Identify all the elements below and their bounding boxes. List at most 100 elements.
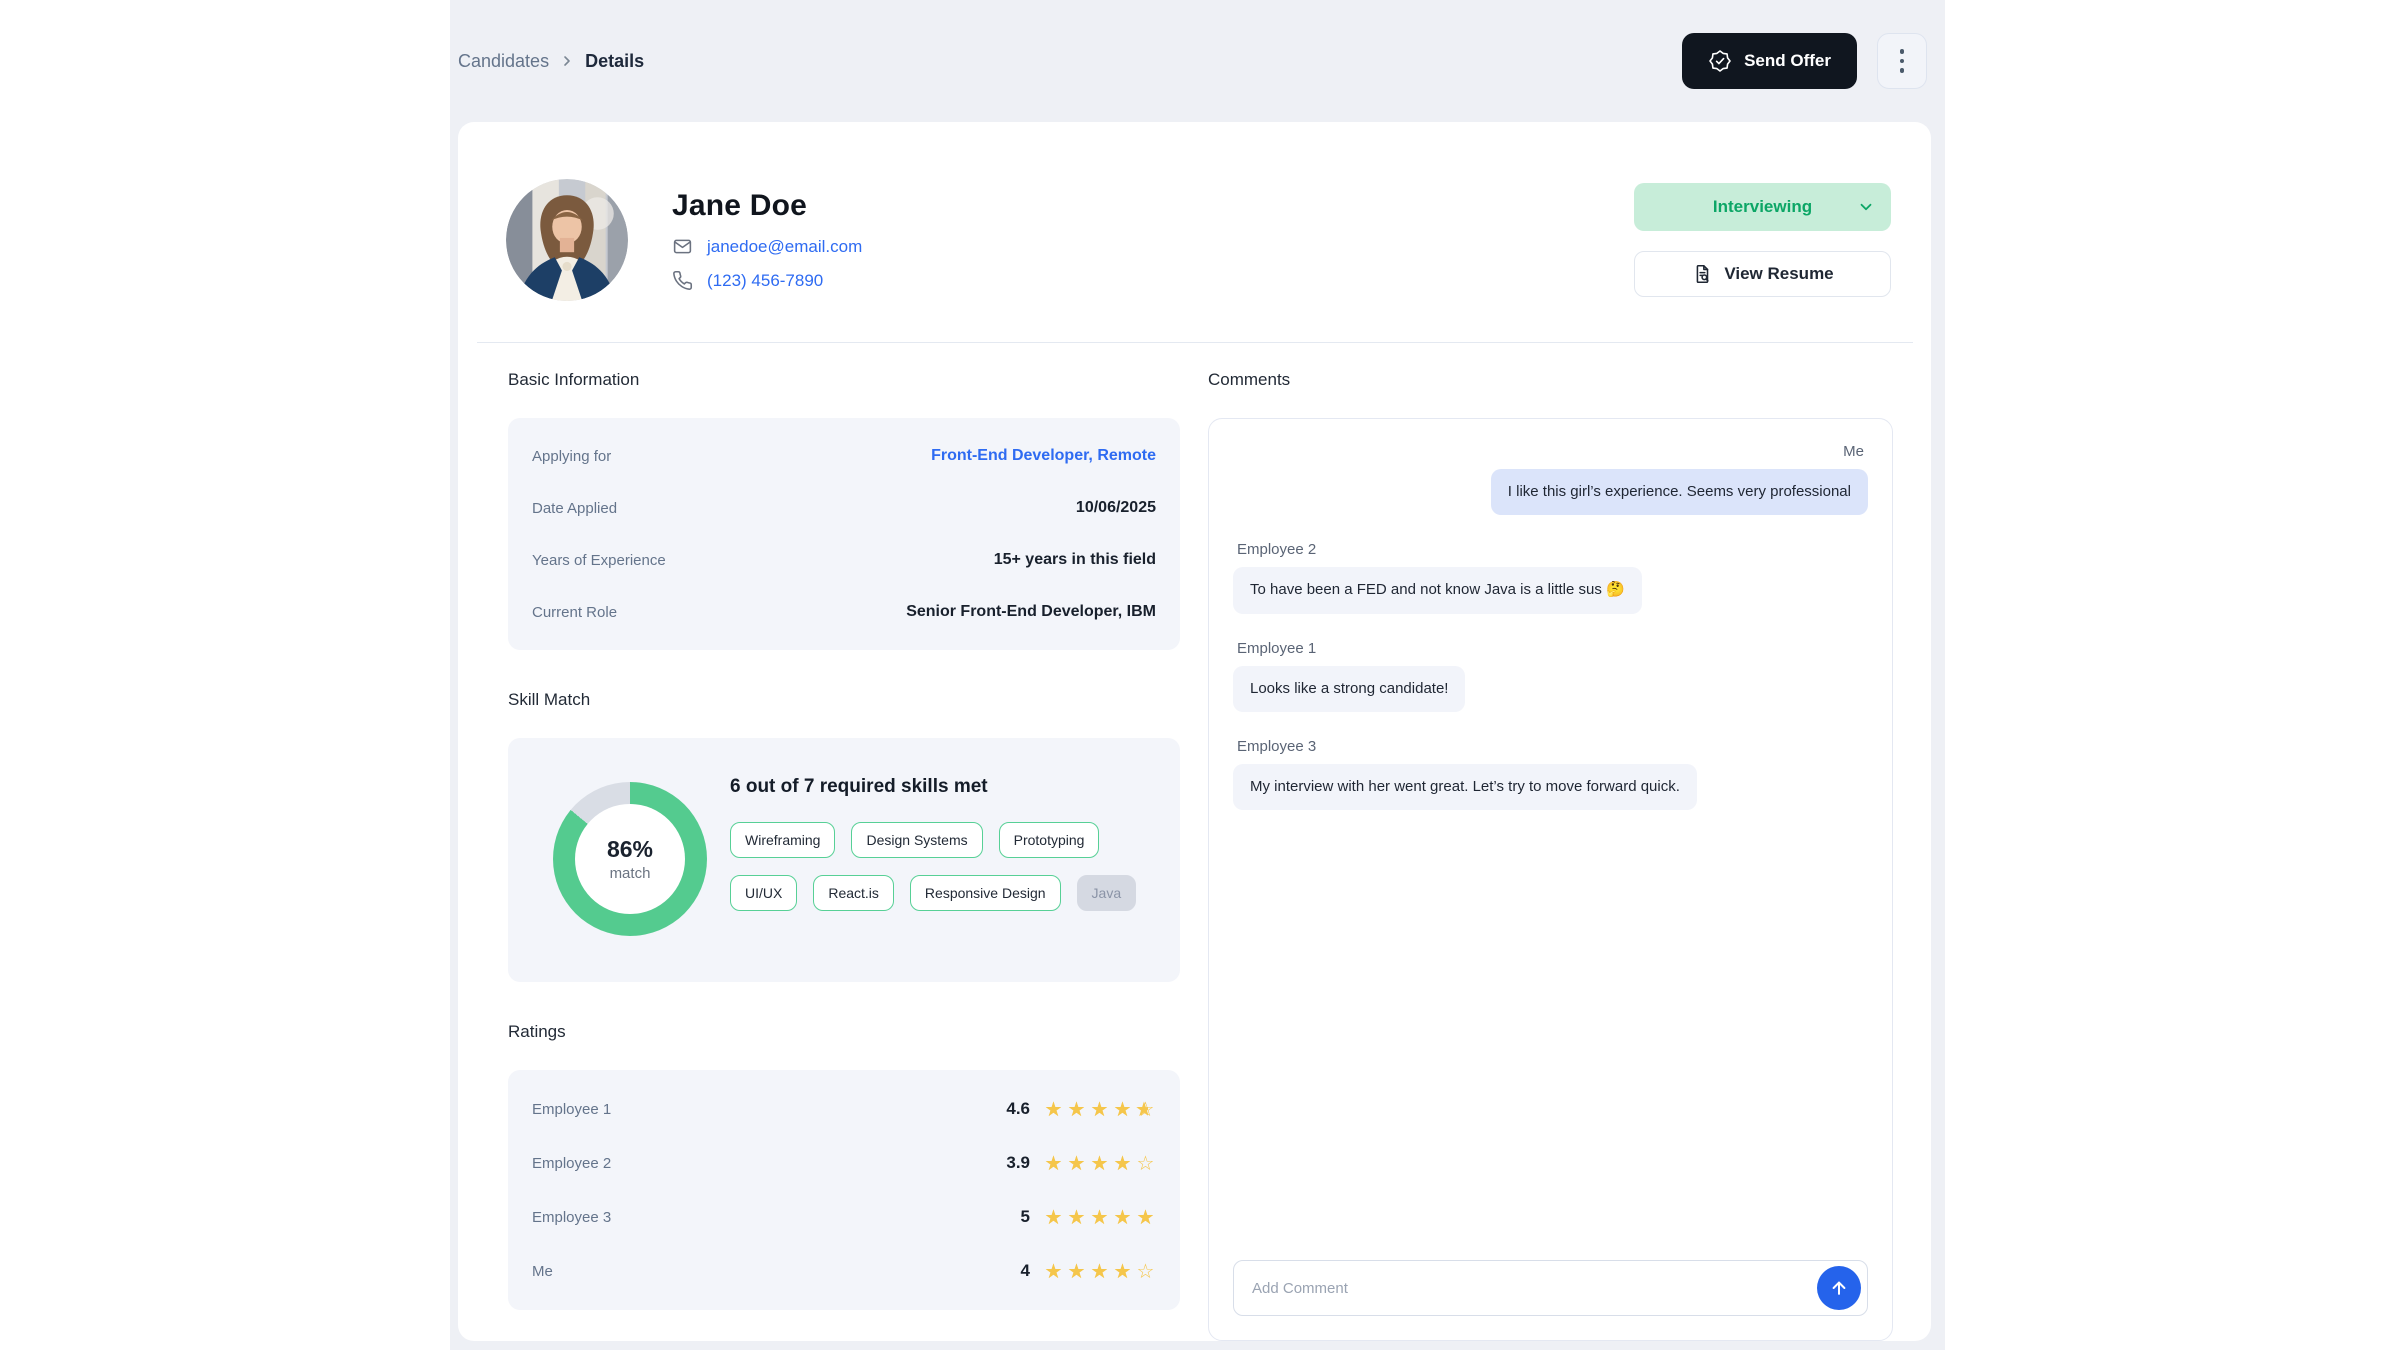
chevron-right-icon	[559, 53, 575, 69]
email-row: janedoe@email.com	[672, 236, 862, 257]
skill-chip-prototyping: Prototyping	[999, 822, 1100, 858]
star-icon: ☆★	[1043, 1259, 1064, 1283]
star-icon: ☆★	[1135, 1097, 1156, 1121]
topbar-actions: Send Offer	[1682, 33, 1927, 89]
candidate-card: Jane Doe janedoe@email.com (123) 456-789…	[458, 122, 1931, 1341]
skill-chip-responsive-design: Responsive Design	[910, 875, 1061, 911]
rating-value: 4.6 ☆★☆★☆★☆★☆★	[1006, 1097, 1156, 1121]
rating-stars: ☆★☆★☆★☆★☆★	[1043, 1205, 1156, 1229]
kebab-dot	[1900, 59, 1905, 64]
skills-met-headline: 6 out of 7 required skills met	[730, 776, 1154, 798]
star-icon: ☆★	[1135, 1151, 1156, 1175]
star-icon: ☆★	[1089, 1259, 1110, 1283]
comment-message: Employee 2 To have been a FED and not kno…	[1233, 541, 1868, 613]
right-column: Comments MeI like this girl’s experience…	[1208, 370, 1893, 1341]
comment-bubble: To have been a FED and not know Java is …	[1233, 567, 1642, 613]
star-icon: ☆★	[1089, 1097, 1110, 1121]
star-fill: ★	[1112, 1205, 1133, 1229]
view-resume-button[interactable]: View Resume	[1634, 251, 1891, 297]
comment-author: Employee 2	[1233, 541, 1320, 558]
rating-rater-name: Employee 1	[532, 1101, 611, 1118]
badge-check-icon	[1708, 49, 1732, 73]
candidate-avatar	[506, 179, 628, 301]
star-fill: ★	[1089, 1151, 1110, 1175]
info-row-label: Date Applied	[532, 500, 617, 517]
phone-row: (123) 456-7890	[672, 270, 862, 291]
candidate-email-link[interactable]: janedoe@email.com	[707, 237, 862, 257]
star-icon: ☆★	[1066, 1259, 1087, 1283]
rating-rater-name: Employee 3	[532, 1209, 611, 1226]
star-fill: ★	[1112, 1151, 1133, 1175]
skill-chip-react-is: React.is	[813, 875, 894, 911]
info-row-value: 15+ years in this field	[994, 551, 1156, 569]
status-dropdown[interactable]: Interviewing	[1634, 183, 1891, 231]
info-row: Years of Experience 15+ years in this fie…	[532, 551, 1156, 569]
star-fill: ★	[1066, 1097, 1087, 1121]
info-row-label: Years of Experience	[532, 552, 666, 569]
basic-info-panel: Applying for Front-End Developer, Remote D…	[508, 418, 1180, 650]
candidate-phone-link[interactable]: (123) 456-7890	[707, 271, 823, 291]
star-fill: ★	[1089, 1259, 1110, 1283]
star-fill: ★	[1066, 1151, 1087, 1175]
skill-chips: WireframingDesign SystemsPrototypingUI/U…	[730, 822, 1154, 911]
skill-match-title: Skill Match	[508, 690, 1180, 710]
rating-row: Employee 2 3.9 ☆★☆★☆★☆★☆★	[532, 1151, 1156, 1175]
rating-score: 3.9	[1006, 1153, 1030, 1173]
star-outline: ☆	[1137, 1259, 1155, 1283]
breadcrumb-candidates[interactable]: Candidates	[458, 51, 549, 72]
status-label: Interviewing	[1713, 197, 1812, 217]
comment-message: Employee 3My interview with her went gre…	[1233, 738, 1868, 810]
star-icon: ☆★	[1043, 1205, 1064, 1229]
breadcrumb-details: Details	[585, 51, 644, 72]
profile-header: Jane Doe janedoe@email.com (123) 456-789…	[506, 178, 1891, 302]
kebab-dot	[1900, 68, 1905, 73]
star-fill: ★	[1089, 1097, 1110, 1121]
star-fill: ★	[1135, 1205, 1156, 1229]
rating-score: 4	[1021, 1261, 1030, 1281]
ratings-title: Ratings	[508, 1022, 1180, 1042]
star-fill: ★	[1043, 1205, 1064, 1229]
comment-bubble: My interview with her went great. Let’s …	[1233, 764, 1697, 810]
star-icon: ☆★	[1066, 1097, 1087, 1121]
arrow-up-icon	[1829, 1278, 1849, 1298]
app-shell: Candidates Details Send Offer	[450, 0, 1945, 1350]
star-icon: ☆★	[1066, 1205, 1087, 1229]
info-row: Applying for Front-End Developer, Remote	[532, 447, 1156, 465]
skill-chip-java: Java	[1077, 875, 1137, 911]
skill-match-panel: 86% match 6 out of 7 required skills met…	[508, 738, 1180, 982]
mail-icon	[672, 236, 693, 257]
rating-stars: ☆★☆★☆★☆★☆★	[1043, 1097, 1156, 1121]
star-icon: ☆★	[1112, 1205, 1133, 1229]
skill-chip-wireframing: Wireframing	[730, 822, 835, 858]
candidate-name: Jane Doe	[672, 189, 862, 223]
kebab-menu-button[interactable]	[1877, 33, 1927, 89]
rating-stars: ☆★☆★☆★☆★☆★	[1043, 1151, 1156, 1175]
skill-match-donut-chart: 86% match	[553, 782, 707, 936]
chevron-down-icon	[1857, 198, 1875, 216]
info-row-value[interactable]: Front-End Developer, Remote	[931, 447, 1156, 465]
star-icon: ☆★	[1135, 1205, 1156, 1229]
add-comment-input[interactable]	[1233, 1260, 1868, 1316]
info-row-label: Current Role	[532, 604, 617, 621]
comment-message: MeI like this girl’s experience. Seems v…	[1233, 443, 1868, 515]
comment-author: Me	[1839, 443, 1868, 460]
rating-score: 4.6	[1006, 1099, 1030, 1119]
ratings-panel: Employee 14.6☆★☆★☆★☆★☆★Employee 23.9☆★☆★…	[508, 1070, 1180, 1310]
star-fill: ★	[1112, 1097, 1133, 1121]
info-row-label: Applying for	[532, 448, 611, 465]
info-row-value: Senior Front-End Developer, IBM	[906, 603, 1156, 621]
match-caption: match	[610, 865, 651, 882]
send-offer-button[interactable]: Send Offer	[1682, 33, 1857, 89]
rating-rater-name: Employee 2	[532, 1155, 611, 1172]
comment-list: MeI like this girl’s experience. Seems v…	[1233, 443, 1868, 810]
send-comment-button[interactable]	[1817, 1266, 1861, 1310]
comment-author: Employee 1	[1233, 640, 1320, 657]
skill-summary: 6 out of 7 required skills met Wireframi…	[730, 776, 1154, 911]
star-outline: ☆	[1137, 1151, 1155, 1175]
send-offer-label: Send Offer	[1744, 51, 1831, 71]
profile-identity: Jane Doe janedoe@email.com (123) 456-789…	[672, 189, 862, 291]
view-resume-label: View Resume	[1724, 264, 1833, 284]
star-icon: ☆★	[1112, 1097, 1133, 1121]
skill-chip-ui-ux: UI/UX	[730, 875, 797, 911]
star-icon: ☆★	[1112, 1151, 1133, 1175]
